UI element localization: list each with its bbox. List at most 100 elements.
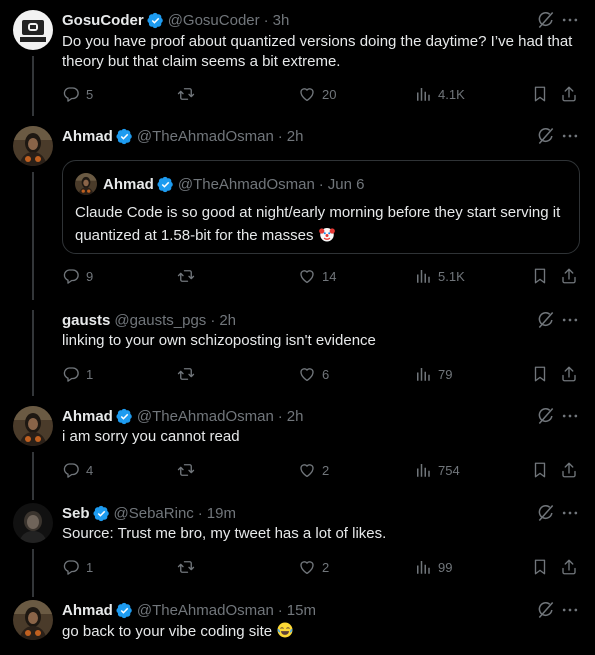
grok-icon[interactable] xyxy=(536,406,556,426)
display-name[interactable]: gausts xyxy=(62,312,110,329)
timestamp[interactable]: 2h xyxy=(219,312,236,329)
retweet-button[interactable] xyxy=(177,266,195,286)
grok-icon[interactable] xyxy=(536,310,556,330)
separator: · xyxy=(197,504,203,522)
avatar[interactable] xyxy=(13,126,53,166)
like-count: 2 xyxy=(322,559,330,575)
views-button[interactable]: 754 xyxy=(414,460,460,480)
timestamp[interactable]: 3h xyxy=(273,12,290,29)
thread-line xyxy=(32,172,34,300)
grok-icon[interactable] xyxy=(536,600,556,620)
bookmark-button[interactable] xyxy=(531,84,549,104)
more-icon[interactable] xyxy=(560,126,580,146)
avatar[interactable] xyxy=(13,600,53,640)
views-button[interactable]: 79 xyxy=(414,364,452,384)
share-button[interactable] xyxy=(560,364,578,384)
bookmark-button[interactable] xyxy=(531,460,549,480)
tweet-gausts[interactable]: gausts @gausts_pgs · 2h linking to your … xyxy=(0,310,595,396)
tweet-ahmad-last[interactable]: Ahmad @TheAhmadOsman · 15m go back to yo… xyxy=(0,600,595,655)
views-count: 4.1K xyxy=(438,86,465,102)
share-button[interactable] xyxy=(560,266,578,286)
timestamp[interactable]: 2h xyxy=(287,128,304,145)
views-icon xyxy=(414,461,432,479)
reply-count: 9 xyxy=(86,268,94,284)
handle[interactable]: @TheAhmadOsman xyxy=(137,602,274,619)
reply-button[interactable]: 5 xyxy=(62,84,93,104)
avatar[interactable] xyxy=(13,406,53,446)
handle[interactable]: @TheAhmadOsman xyxy=(137,128,274,145)
tweet-ahmad-reply[interactable]: Ahmad @TheAhmadOsman · 2h i am sorry you… xyxy=(0,406,595,500)
tweet-gosucoder[interactable]: GosuCoder @GosuCoder · 3h Do you have pr… xyxy=(0,10,595,116)
views-button[interactable]: 5.1K xyxy=(414,266,465,286)
bookmark-icon xyxy=(531,558,549,576)
like-button[interactable]: 20 xyxy=(298,84,336,104)
display-name[interactable]: Ahmad xyxy=(62,408,113,425)
verified-badge-icon xyxy=(116,602,133,619)
bookmark-button[interactable] xyxy=(531,364,549,384)
like-button[interactable]: 2 xyxy=(298,460,329,480)
grok-icon[interactable] xyxy=(536,10,556,30)
retweet-button[interactable] xyxy=(177,364,195,384)
share-button[interactable] xyxy=(560,84,578,104)
quoted-tweet[interactable]: Ahmad @TheAhmadOsman · Jun 6 Claude Code… xyxy=(62,160,580,254)
thread-line xyxy=(32,452,34,500)
like-icon xyxy=(298,85,316,103)
bookmark-button[interactable] xyxy=(531,266,549,286)
views-button[interactable]: 4.1K xyxy=(414,84,465,104)
share-button[interactable] xyxy=(560,557,578,577)
display-name[interactable]: Ahmad xyxy=(62,602,113,619)
like-button[interactable]: 2 xyxy=(298,557,329,577)
bookmark-button[interactable] xyxy=(531,557,549,577)
more-icon[interactable] xyxy=(560,600,580,620)
reply-icon xyxy=(62,558,80,576)
handle[interactable]: @TheAhmadOsman xyxy=(137,408,274,425)
action-bar: 9 14 5.1K xyxy=(62,266,582,286)
more-icon[interactable] xyxy=(560,310,580,330)
share-icon xyxy=(560,365,578,383)
handle[interactable]: @gausts_pgs xyxy=(114,312,206,329)
share-icon xyxy=(560,461,578,479)
views-icon xyxy=(414,558,432,576)
avatar[interactable] xyxy=(13,10,53,50)
reply-count: 1 xyxy=(86,366,94,382)
tweet-ahmad-quote[interactable]: Ahmad @TheAhmadOsman · 2h Ahmad @TheAhma… xyxy=(0,126,595,300)
retweet-icon xyxy=(177,558,195,576)
like-button[interactable]: 14 xyxy=(298,266,336,286)
display-name[interactable]: GosuCoder xyxy=(62,12,144,29)
handle[interactable]: @SebaRinc xyxy=(114,505,194,522)
timestamp[interactable]: 2h xyxy=(287,408,304,425)
more-icon[interactable] xyxy=(560,406,580,426)
like-button[interactable]: 6 xyxy=(298,364,329,384)
grok-icon[interactable] xyxy=(536,126,556,146)
share-icon xyxy=(560,267,578,285)
timestamp[interactable]: 15m xyxy=(287,602,316,619)
views-button[interactable]: 99 xyxy=(414,557,452,577)
display-name[interactable]: Seb xyxy=(62,505,90,522)
grok-icon[interactable] xyxy=(536,503,556,523)
verified-badge-icon xyxy=(147,12,164,29)
more-icon[interactable] xyxy=(560,10,580,30)
handle[interactable]: @GosuCoder xyxy=(168,12,260,29)
reply-button[interactable]: 9 xyxy=(62,266,93,286)
retweet-button[interactable] xyxy=(177,460,195,480)
avatar[interactable] xyxy=(13,503,53,543)
reply-button[interactable]: 1 xyxy=(62,364,93,384)
display-name[interactable]: Ahmad xyxy=(62,128,113,145)
tweet-text-content: go back to your vibe coding site xyxy=(62,623,273,640)
action-bar: 4 2 754 xyxy=(62,460,582,480)
clown-emoji-icon xyxy=(318,225,336,243)
timestamp[interactable]: 19m xyxy=(207,505,236,522)
joy-emoji-icon xyxy=(276,621,294,639)
retweet-button[interactable] xyxy=(177,557,195,577)
reply-button[interactable]: 1 xyxy=(62,557,93,577)
retweet-icon xyxy=(177,461,195,479)
more-icon[interactable] xyxy=(560,503,580,523)
tweet-seb[interactable]: Seb @SebaRinc · 19m Source: Trust me bro… xyxy=(0,503,595,597)
separator: · xyxy=(277,127,283,145)
share-button[interactable] xyxy=(560,460,578,480)
reply-button[interactable]: 4 xyxy=(62,460,93,480)
views-icon xyxy=(414,85,432,103)
verified-badge-icon xyxy=(116,408,133,425)
thread-line xyxy=(32,549,34,597)
retweet-button[interactable] xyxy=(177,84,195,104)
